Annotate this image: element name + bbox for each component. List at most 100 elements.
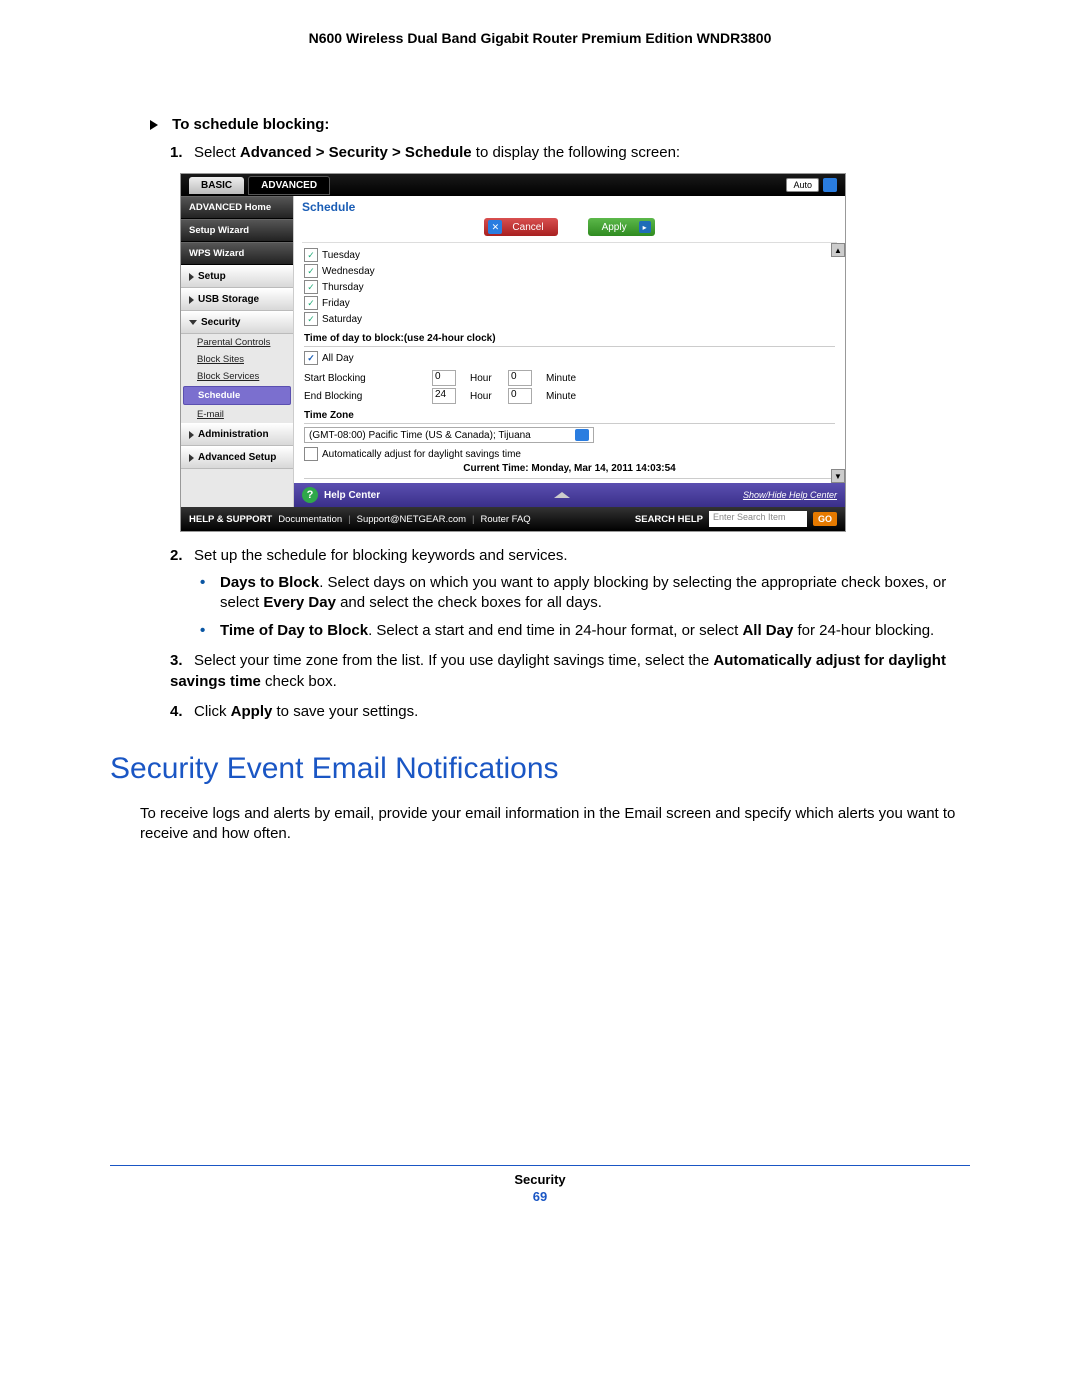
step1-text-a: Select (194, 144, 240, 161)
label-end-blocking: End Blocking (304, 391, 424, 402)
checkbox-thursday[interactable]: ✓ (304, 280, 318, 294)
label-wednesday: Wednesday (322, 266, 375, 277)
refresh-icon[interactable] (823, 178, 837, 192)
b2-b: . Select a start and end time in 24-hour… (368, 622, 742, 639)
apply-label: Apply (602, 222, 627, 233)
tab-advanced[interactable]: ADVANCED (248, 176, 330, 195)
step4-a: Click (194, 703, 231, 720)
router-faq-link[interactable]: Router FAQ (481, 514, 531, 525)
router-sidebar: ADVANCED Home Setup Wizard WPS Wizard Se… (181, 196, 294, 507)
tab-basic[interactable]: BASIC (189, 177, 244, 194)
label-minute: Minute (546, 373, 586, 384)
cancel-button[interactable]: ✕ Cancel (484, 218, 557, 236)
end-minute-input[interactable]: 0 (508, 388, 532, 404)
label-minute-2: Minute (546, 391, 586, 402)
sidebar-security-label: Security (201, 317, 240, 328)
step-1: 1.Select Advanced > Security > Schedule … (170, 143, 970, 163)
label-all-day: All Day (322, 353, 354, 364)
time-of-day-label: Time of day to block:(use 24-hour clock) (304, 333, 835, 347)
router-ui-screenshot: BASIC ADVANCED Auto ADVANCED Home Setup … (180, 173, 846, 532)
step-3: 3.Select your time zone from the list. I… (170, 651, 970, 692)
label-saturday: Saturday (322, 314, 362, 325)
footer-section-label: Security (110, 1172, 970, 1187)
checkbox-wednesday[interactable]: ✓ (304, 264, 318, 278)
chevron-right-icon (189, 454, 194, 462)
step3-c: check box. (261, 673, 337, 690)
b1-d: and select the check boxes for all days. (336, 594, 602, 611)
help-support-label: HELP & SUPPORT (189, 514, 272, 525)
task-heading: To schedule blocking: (150, 116, 970, 133)
chevron-right-icon (189, 431, 194, 439)
chevron-right-icon (189, 273, 194, 281)
sidebar-schedule[interactable]: Schedule (183, 386, 291, 405)
current-time-label: Current Time: Monday, Mar 14, 2011 14:03… (304, 463, 835, 479)
checkbox-tuesday[interactable]: ✓ (304, 248, 318, 262)
close-icon: ✕ (488, 220, 502, 234)
router-topbar: BASIC ADVANCED Auto (181, 174, 845, 196)
label-hour-2: Hour (470, 391, 500, 402)
sidebar-setup-wizard[interactable]: Setup Wizard (181, 219, 293, 242)
scroll-up-icon[interactable]: ▲ (831, 243, 845, 257)
start-minute-input[interactable]: 0 (508, 370, 532, 386)
task-heading-text: To schedule blocking: (172, 116, 329, 133)
b1-c: Every Day (263, 594, 336, 611)
sidebar-usb-storage[interactable]: USB Storage (181, 288, 293, 311)
step-2: 2.Set up the schedule for blocking keywo… (170, 546, 970, 641)
sidebar-wps-wizard[interactable]: WPS Wizard (181, 242, 293, 265)
chevron-down-icon (189, 320, 197, 325)
sidebar-advanced-home[interactable]: ADVANCED Home (181, 196, 293, 219)
step3-a: Select your time zone from the list. If … (194, 652, 713, 669)
step-4: 4.Click Apply to save your settings. (170, 702, 970, 722)
sidebar-advanced-setup[interactable]: Advanced Setup (181, 446, 293, 469)
checkbox-dst[interactable]: ✓ (304, 447, 318, 461)
show-hide-help-link[interactable]: Show/Hide Help Center (743, 490, 837, 500)
label-start-blocking: Start Blocking (304, 373, 424, 384)
sidebar-security[interactable]: Security (181, 311, 293, 334)
checkbox-friday[interactable]: ✓ (304, 296, 318, 310)
help-center-bar[interactable]: ? Help Center Show/Hide Help Center (294, 483, 845, 507)
b2-c: All Day (742, 622, 793, 639)
content-title: Schedule (302, 200, 837, 214)
sidebar-admin-label: Administration (198, 429, 269, 440)
sidebar-block-services[interactable]: Block Services (181, 368, 293, 385)
step4-b: Apply (231, 703, 273, 720)
sidebar-block-sites[interactable]: Block Sites (181, 351, 293, 368)
support-link[interactable]: Support@NETGEAR.com (357, 514, 466, 525)
checkbox-all-day[interactable]: ✓ (304, 351, 318, 365)
search-help-input[interactable]: Enter Search Item (709, 511, 807, 527)
section-heading: Security Event Email Notifications (110, 752, 970, 786)
arrow-right-icon (150, 120, 158, 130)
label-tuesday: Tuesday (322, 250, 360, 261)
sidebar-setup-label: Setup (198, 271, 226, 282)
b2-d: for 24-hour blocking. (793, 622, 934, 639)
search-go-button[interactable]: GO (813, 512, 837, 526)
search-help-label: SEARCH HELP (635, 514, 703, 525)
start-hour-input[interactable]: 0 (432, 370, 456, 386)
apply-button[interactable]: Apply ▸ (588, 218, 655, 236)
help-icon: ? (302, 487, 318, 503)
checkbox-saturday[interactable]: ✓ (304, 312, 318, 326)
timezone-select[interactable]: (GMT-08:00) Pacific Time (US & Canada); … (304, 427, 594, 443)
router-footer-bar: HELP & SUPPORT Documentation | Support@N… (181, 507, 845, 531)
body-paragraph: To receive logs and alerts by email, pro… (140, 804, 970, 845)
label-hour: Hour (470, 373, 500, 384)
sidebar-setup[interactable]: Setup (181, 265, 293, 288)
label-friday: Friday (322, 298, 350, 309)
scrollbar[interactable]: ▲ ▼ (831, 243, 843, 483)
document-header: N600 Wireless Dual Band Gigabit Router P… (110, 30, 970, 46)
timezone-value: (GMT-08:00) Pacific Time (US & Canada); … (309, 430, 531, 441)
step1-path: Advanced > Security > Schedule (240, 144, 472, 161)
documentation-link[interactable]: Documentation (278, 514, 342, 525)
bullet-days-to-block: Days to Block. Select days on which you … (200, 573, 970, 614)
dropdown-icon (575, 429, 589, 441)
page-footer: Security 69 (110, 1165, 970, 1204)
end-hour-input[interactable]: 24 (432, 388, 456, 404)
bullet-time-of-day: Time of Day to Block. Select a start and… (200, 621, 970, 641)
scroll-down-icon[interactable]: ▼ (831, 469, 845, 483)
footer-page-number: 69 (110, 1189, 970, 1204)
sidebar-email[interactable]: E-mail (181, 406, 293, 423)
sidebar-parental-controls[interactable]: Parental Controls (181, 334, 293, 351)
sidebar-usb-label: USB Storage (198, 294, 259, 305)
sidebar-administration[interactable]: Administration (181, 423, 293, 446)
auto-refresh-label[interactable]: Auto (786, 178, 819, 192)
